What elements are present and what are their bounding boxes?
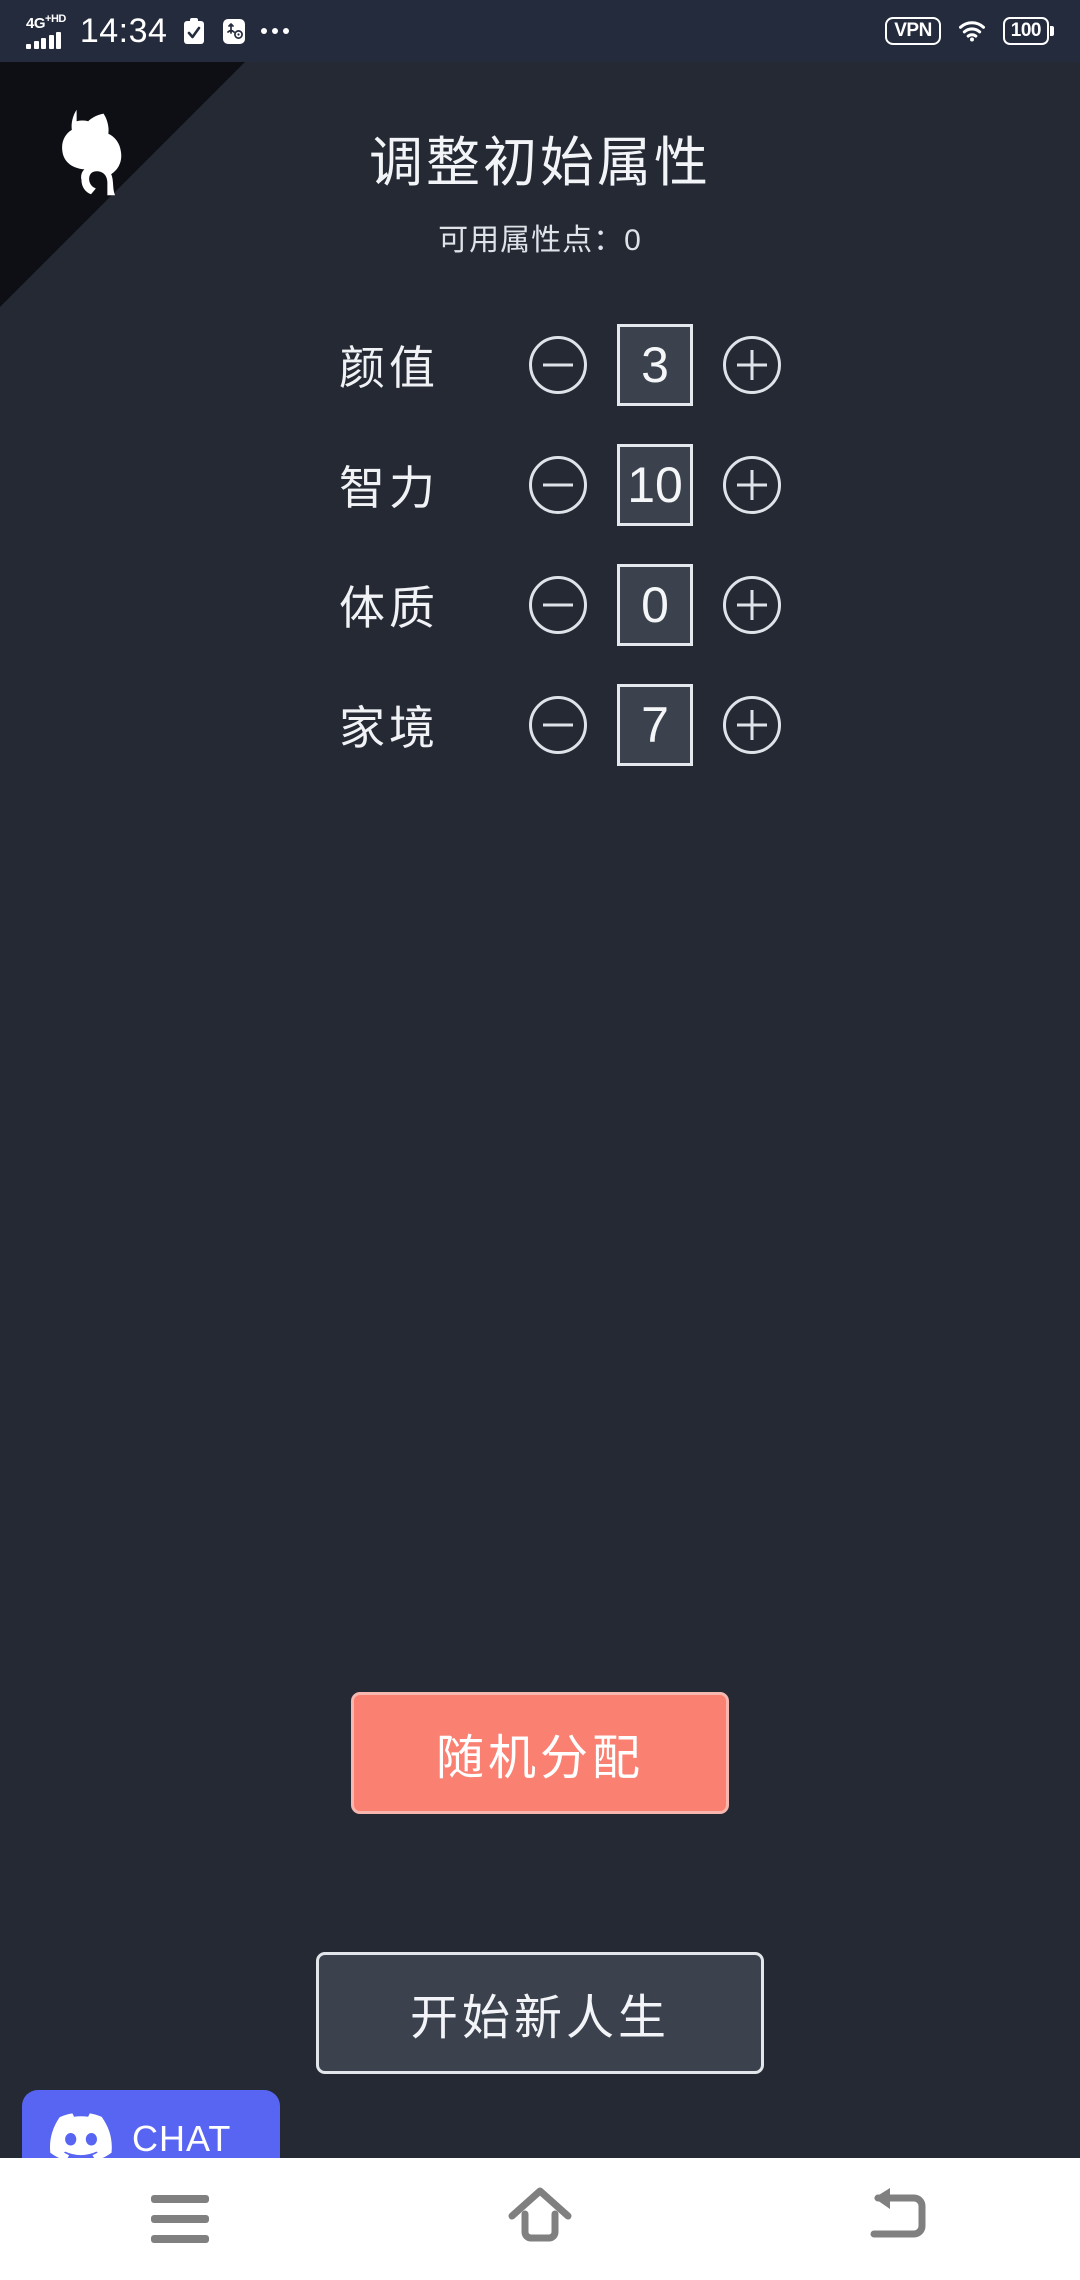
phone-screen: 4G+HD 14:34 VPN 100 调整初始属性 可用属性点：0 颜值 3 …	[0, 0, 1080, 2280]
random-assign-button[interactable]: 随机分配	[351, 1692, 729, 1814]
start-new-life-button[interactable]: 开始新人生	[316, 1952, 764, 2074]
home-arrow-icon	[502, 2184, 578, 2255]
plus-circle-icon[interactable]	[723, 336, 781, 394]
attribute-value-1[interactable]: 10	[617, 444, 693, 526]
attribute-value-2[interactable]: 0	[617, 564, 693, 646]
more-dots-icon	[261, 28, 290, 34]
attribute-label-1: 智力	[339, 462, 439, 514]
back-button[interactable]	[840, 2174, 960, 2264]
github-octocat-icon	[44, 104, 140, 205]
attribute-label-2: 体质	[339, 582, 439, 634]
battery-indicator: 100	[1002, 17, 1054, 45]
minus-circle-icon[interactable]	[529, 576, 587, 634]
battery-tip	[1050, 26, 1054, 36]
minus-circle-icon[interactable]	[529, 696, 587, 754]
recents-button[interactable]	[120, 2174, 240, 2264]
battery-level-label: 100	[1002, 17, 1049, 45]
android-nav-bar	[0, 2158, 1080, 2280]
minus-circle-icon[interactable]	[529, 456, 587, 514]
attribute-row: 体质 0	[0, 545, 1080, 665]
network-type-label: 4G	[26, 14, 46, 32]
vpn-badge: VPN	[885, 17, 941, 45]
usb-settings-icon	[221, 16, 247, 46]
attribute-row: 智力 10	[0, 425, 1080, 545]
status-bar: 4G+HD 14:34 VPN 100	[0, 0, 1080, 62]
plus-circle-icon[interactable]	[723, 696, 781, 754]
github-corner-ribbon[interactable]	[0, 62, 260, 322]
status-bar-clock: 14:34	[79, 11, 168, 50]
attribute-value-0[interactable]: 3	[617, 324, 693, 406]
menu-icon	[151, 2195, 209, 2243]
minus-circle-icon[interactable]	[529, 336, 587, 394]
back-arrow-icon	[864, 2184, 936, 2255]
status-bar-right: VPN 100	[885, 16, 1054, 46]
plus-circle-icon[interactable]	[723, 576, 781, 634]
plus-circle-icon[interactable]	[723, 456, 781, 514]
signal-bars-icon	[26, 31, 61, 49]
attributes-list: 颜值 3 智力 10 体质 0 家境 7	[0, 305, 1080, 785]
network-sup-label: +HD	[45, 12, 66, 25]
attribute-value-3[interactable]: 7	[617, 684, 693, 766]
attribute-label-0: 颜值	[339, 342, 439, 394]
cellular-signal-icon: 4G+HD	[26, 12, 66, 49]
main-content: 调整初始属性 可用属性点：0 颜值 3 智力 10 体质 0 家境 7 随机分配…	[0, 62, 1080, 2188]
wifi-icon	[958, 16, 985, 46]
home-button[interactable]	[480, 2174, 600, 2264]
discord-chat-label: CHAT	[132, 2118, 232, 2159]
attribute-row: 颜值 3	[0, 305, 1080, 425]
clipboard-check-icon	[181, 16, 207, 46]
attribute-label-3: 家境	[339, 702, 439, 754]
status-bar-left: 4G+HD 14:34	[26, 11, 290, 51]
attribute-row: 家境 7	[0, 665, 1080, 785]
